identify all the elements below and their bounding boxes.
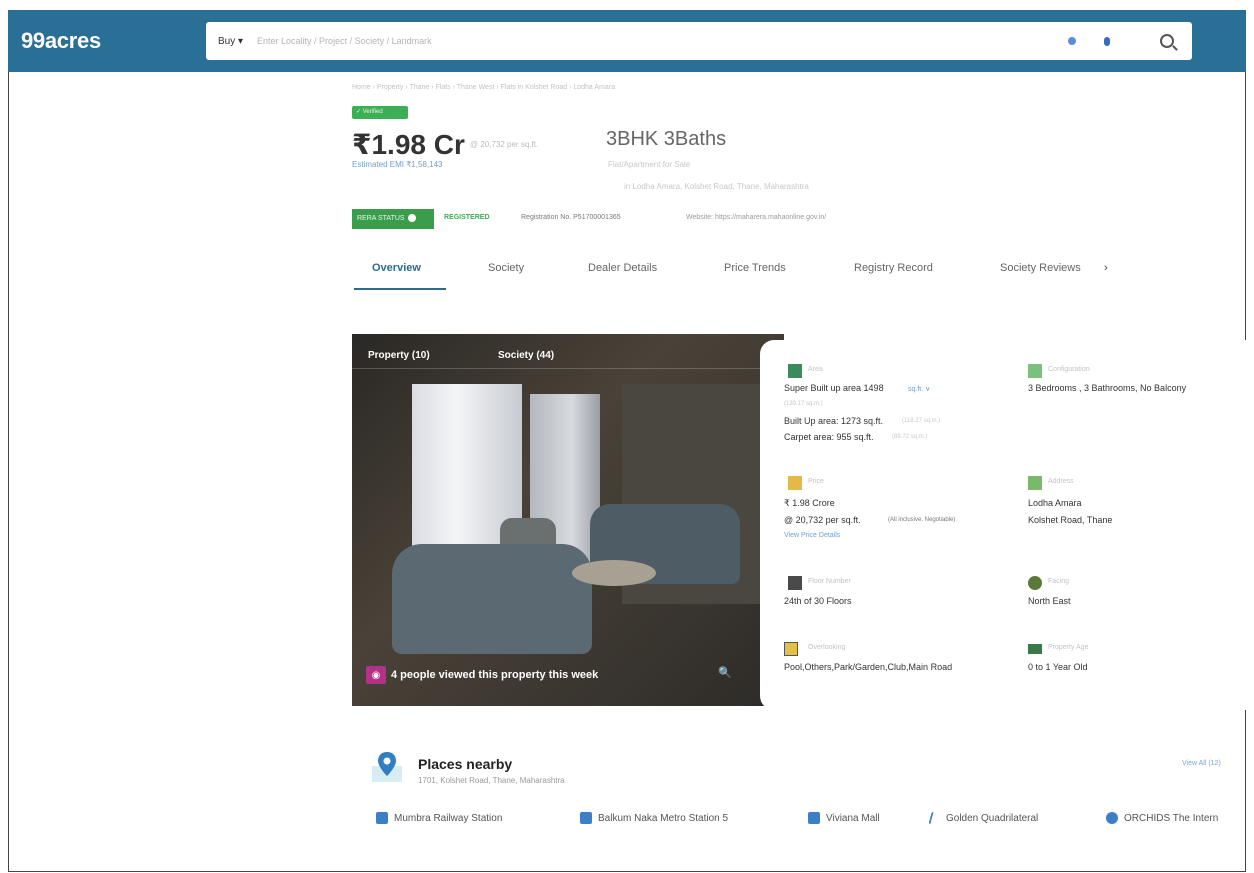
configuration-label: Configuration bbox=[1048, 366, 1090, 373]
view-all-places-link[interactable]: View All (12) bbox=[1182, 760, 1221, 767]
logo[interactable]: 99acres bbox=[21, 28, 101, 54]
tab-overview[interactable]: Overview bbox=[372, 262, 421, 274]
active-tab-indicator bbox=[354, 288, 446, 290]
zoom-icon[interactable]: 🔍 bbox=[718, 666, 732, 679]
place-item[interactable]: Balkum Naka Metro Station 5 bbox=[580, 812, 728, 824]
rera-website[interactable]: Website: https://maharera.mahaonline.gov… bbox=[686, 214, 826, 221]
place-item[interactable]: Mumbra Railway Station bbox=[376, 812, 502, 824]
configuration-value: 3 Bedrooms , 3 Bathrooms, No Balcony bbox=[1028, 383, 1187, 393]
train-icon bbox=[376, 812, 388, 824]
price: ₹1.98 Cr bbox=[352, 129, 465, 160]
road-icon bbox=[928, 812, 942, 824]
rera-badge[interactable]: RERA STATUS bbox=[352, 209, 434, 229]
top-header: 99acres Buy ▾ Enter Locality / Project /… bbox=[8, 10, 1246, 72]
frame-border-bottom bbox=[8, 871, 1246, 872]
eye-icon: ◉ bbox=[366, 666, 386, 684]
views-banner: ◉ 4 people viewed this property this wee… bbox=[366, 666, 598, 684]
price-note: (All inclusive, Negotiable) bbox=[888, 517, 956, 523]
place-name: Mumbra Railway Station bbox=[394, 812, 503, 824]
builtup-sub: (118.27 sq.m.) bbox=[902, 418, 941, 424]
breadcrumb[interactable]: Home › Property › Thane › Flats › Thane … bbox=[352, 84, 615, 91]
verified-badge: ✓ Verified bbox=[352, 106, 408, 119]
rera-status: REGISTERED bbox=[444, 214, 490, 221]
floor-label: Floor Number bbox=[808, 578, 851, 585]
section-tabs: Overview Society Dealer Details Price Tr… bbox=[354, 262, 1114, 292]
metro-icon bbox=[580, 812, 592, 824]
photo-gallery[interactable]: Property (10) Society (44) ◉ 4 people vi… bbox=[352, 334, 784, 706]
tab-society-reviews[interactable]: Society Reviews bbox=[1000, 262, 1081, 274]
floor-value: 24th of 30 Floors bbox=[784, 596, 852, 606]
place-name: Balkum Naka Metro Station 5 bbox=[598, 812, 729, 824]
area-value: Super Built up area 1498 bbox=[784, 383, 884, 393]
gallery-tab-divider bbox=[352, 368, 784, 369]
search-bar[interactable]: Buy ▾ Enter Locality / Project / Society… bbox=[206, 22, 1192, 60]
photo-table bbox=[572, 560, 656, 586]
property-age-value: 0 to 1 Year Old bbox=[1028, 662, 1088, 672]
address-label: Address bbox=[1048, 478, 1074, 485]
tab-society[interactable]: Society bbox=[488, 262, 524, 274]
compass-icon bbox=[1028, 576, 1042, 590]
property-details-panel: Area Super Built up area 1498 sq.ft. ∨ (… bbox=[760, 340, 1246, 710]
registration-number: Registration No. P51700001365 bbox=[521, 214, 621, 221]
tab-price-trends[interactable]: Price Trends bbox=[724, 262, 786, 274]
property-age-label: Property Age bbox=[1048, 644, 1089, 651]
buy-dropdown[interactable]: Buy ▾ bbox=[218, 36, 243, 47]
bhk-title: 3BHK 3Baths bbox=[606, 128, 727, 150]
area-icon bbox=[788, 364, 802, 378]
address-icon bbox=[1028, 476, 1042, 490]
views-text: 4 people viewed this property this week bbox=[391, 669, 599, 681]
property-type: Flat/Apartment for Sale bbox=[608, 160, 691, 169]
gallery-tab-society[interactable]: Society (44) bbox=[498, 350, 554, 361]
floor-icon bbox=[788, 576, 802, 590]
info-icon[interactable] bbox=[407, 214, 416, 223]
price-value: ₹ 1.98 Crore bbox=[784, 498, 835, 508]
tabs-next-arrow-icon[interactable]: › bbox=[1104, 262, 1108, 274]
area-label: Area bbox=[808, 366, 823, 373]
facing-label: Facing bbox=[1048, 578, 1070, 585]
facing-value: North East bbox=[1028, 596, 1071, 606]
price-icon bbox=[788, 476, 802, 490]
locality: in Lodha Amara, Kolshet Road, Thane, Mah… bbox=[624, 182, 809, 191]
search-icon[interactable] bbox=[1160, 34, 1174, 48]
emi-link[interactable]: Estimated EMI ₹1,58,143 bbox=[352, 160, 442, 169]
photo-sofa bbox=[392, 544, 592, 654]
places-nearby-title: Places nearby bbox=[418, 756, 513, 772]
school-icon bbox=[1106, 812, 1118, 824]
place-name: ORCHIDS The Intern bbox=[1124, 812, 1219, 824]
property-age-icon bbox=[1028, 644, 1042, 654]
configuration-icon bbox=[1028, 364, 1042, 378]
overlooking-label: Overlooking bbox=[808, 644, 846, 651]
map-pin-icon bbox=[372, 752, 402, 782]
area-unit-dropdown[interactable]: sq.ft. ∨ bbox=[908, 385, 930, 393]
builtup-area: Built Up area: 1273 sq.ft. bbox=[784, 416, 884, 426]
price-per-sqft-detail: @ 20,732 per sq.ft. bbox=[784, 515, 861, 525]
overlooking-icon bbox=[784, 642, 798, 656]
carpet-sub: (88.72 sq.m.) bbox=[892, 434, 928, 440]
carpet-area: Carpet area: 955 sq.ft. bbox=[784, 432, 874, 442]
mic-icon[interactable] bbox=[1104, 36, 1110, 46]
places-address: 1701, Kolshet Road, Thane, Maharashtra bbox=[418, 776, 565, 785]
address-line2: Kolshet Road, Thane bbox=[1028, 515, 1113, 525]
place-name: Golden Quadrilateral bbox=[946, 812, 1039, 824]
tab-registry-record[interactable]: Registry Record bbox=[854, 262, 933, 274]
search-input[interactable]: Enter Locality / Project / Society / Lan… bbox=[257, 36, 1068, 46]
overlooking-value: Pool,Others,Park/Garden,Club,Main Road bbox=[784, 662, 953, 672]
frame-border-left bbox=[8, 72, 9, 872]
place-item[interactable]: Golden Quadrilateral bbox=[928, 812, 1039, 824]
gallery-tab-property[interactable]: Property (10) bbox=[368, 350, 430, 361]
price-label: Price bbox=[808, 478, 824, 485]
view-price-details-link[interactable]: View Price Details bbox=[784, 532, 840, 539]
address-line1: Lodha Amara bbox=[1028, 498, 1082, 508]
place-item[interactable]: Viviana Mall bbox=[808, 812, 880, 824]
place-item[interactable]: ORCHIDS The Intern bbox=[1106, 812, 1218, 824]
place-name: Viviana Mall bbox=[826, 812, 880, 824]
shopping-icon bbox=[808, 812, 820, 824]
price-per-sqft: @ 20,732 per sq.ft. bbox=[470, 140, 539, 149]
area-sub: (139.17 sq.m.) bbox=[784, 401, 823, 407]
location-icon[interactable] bbox=[1068, 37, 1076, 45]
rera-badge-label: RERA STATUS bbox=[357, 215, 405, 222]
tab-dealer-details[interactable]: Dealer Details bbox=[588, 262, 657, 274]
